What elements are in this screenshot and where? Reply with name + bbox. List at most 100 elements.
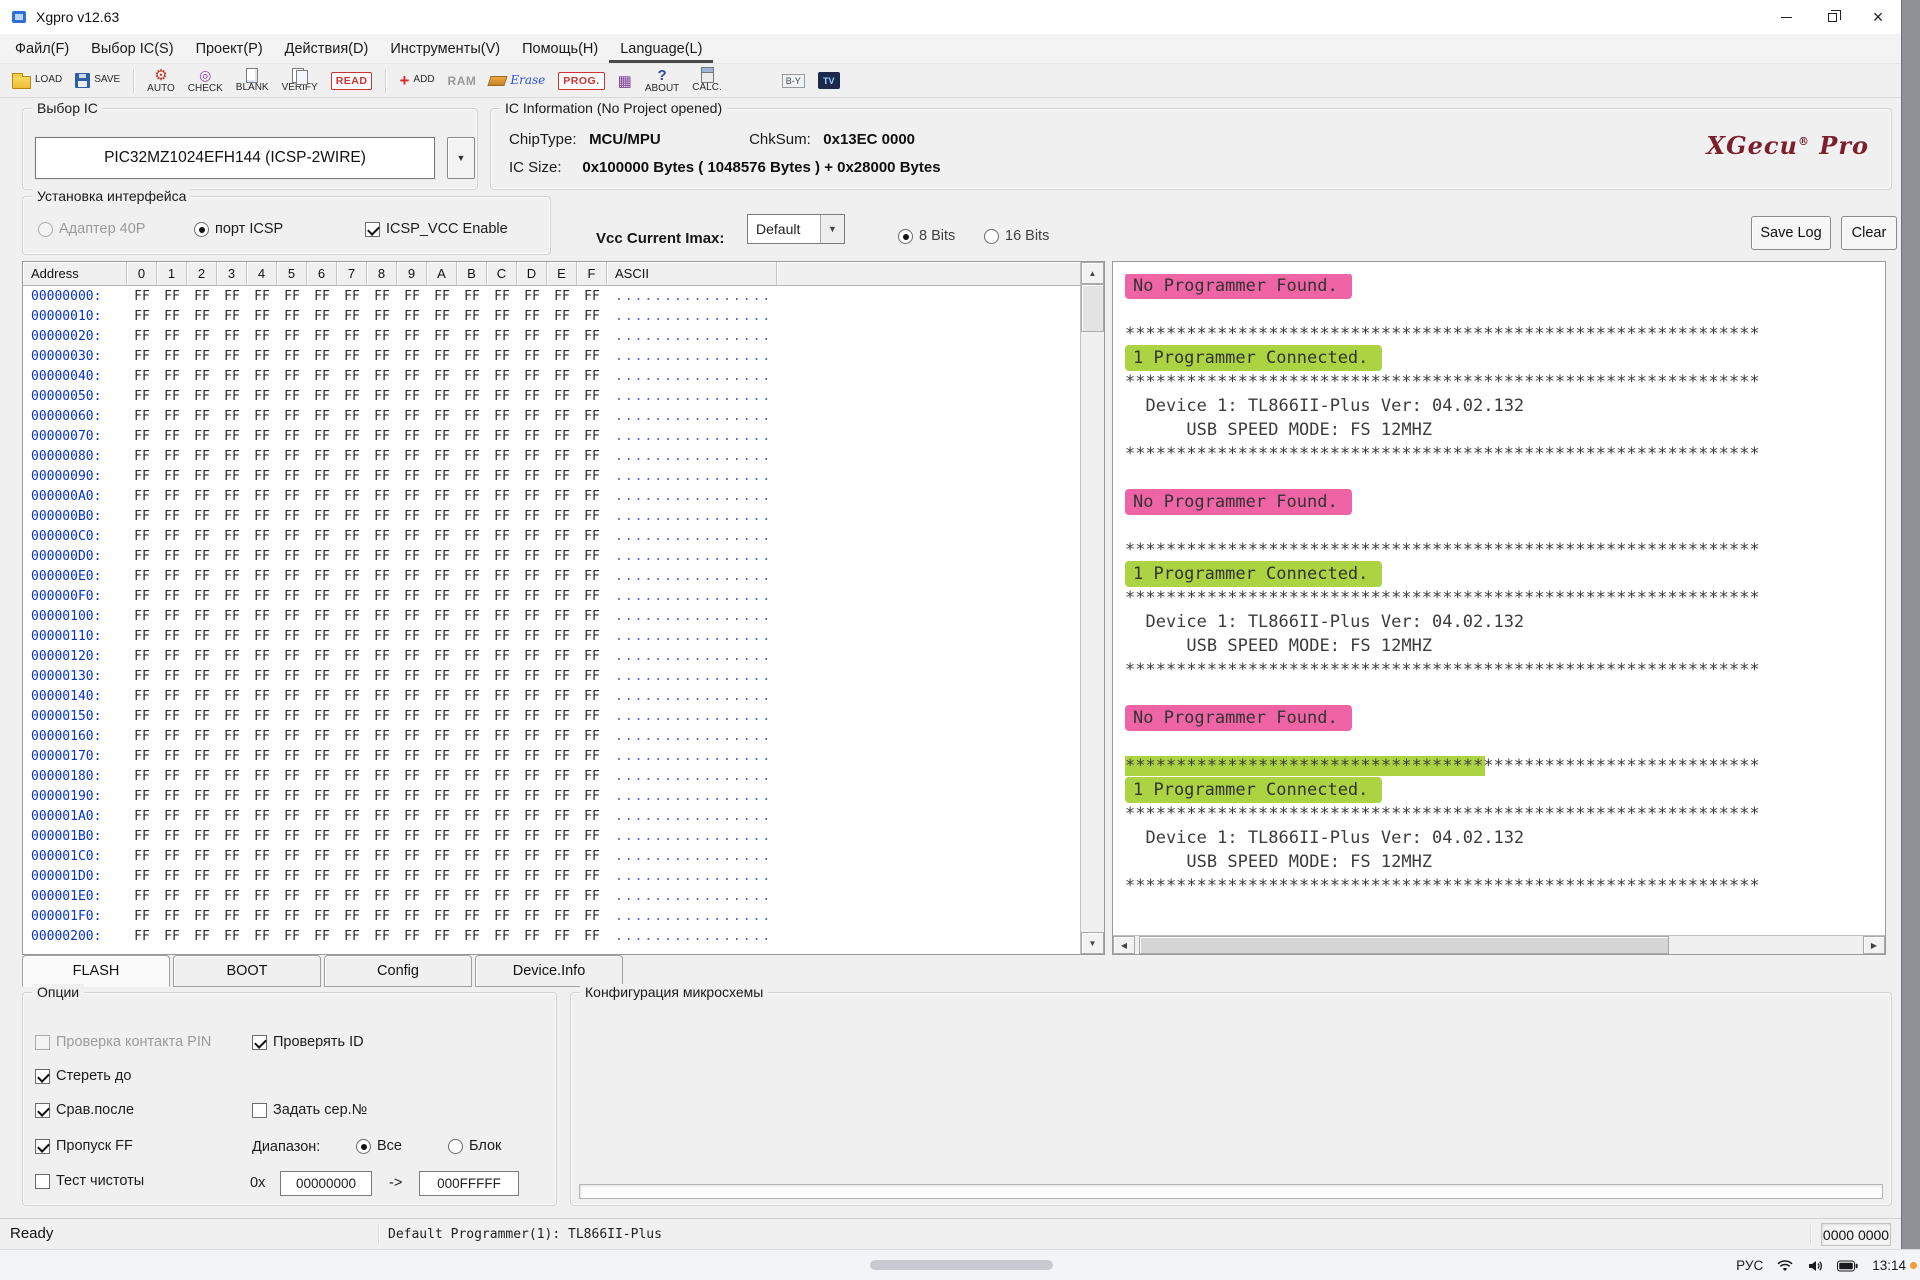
ic-combobox[interactable]: PIC32MZ1024EFH144 (ICSP-2WIRE) xyxy=(35,137,435,179)
hex-row[interactable]: 00000090:FFFFFFFFFFFFFFFFFFFFFFFFFFFFFFF… xyxy=(23,466,1080,486)
toolbar-prog-button[interactable]: PROG. xyxy=(554,66,608,96)
skip-ff-checkbox[interactable]: Пропуск FF xyxy=(35,1138,133,1154)
blank-test-checkbox[interactable]: Тест чистоты xyxy=(35,1173,144,1189)
menu-item-5[interactable]: Помощь(H) xyxy=(511,34,609,63)
menu-item-3[interactable]: Действия(D) xyxy=(274,34,380,63)
clock[interactable]: 13:14 xyxy=(1872,1258,1906,1273)
erase-before-checkbox[interactable]: Стереть до xyxy=(35,1068,131,1084)
toolbar-chip-button[interactable]: ▦ xyxy=(614,66,636,96)
hex-row[interactable]: 00000070:FFFFFFFFFFFFFFFFFFFFFFFFFFFFFFF… xyxy=(23,426,1080,446)
hex-row[interactable]: 00000060:FFFFFFFFFFFFFFFFFFFFFFFFFFFFFFF… xyxy=(23,406,1080,426)
ic-combobox-dropdown-button[interactable]: ▼ xyxy=(447,137,475,179)
toolbar-auto-button[interactable]: ⚙AUTO xyxy=(143,66,179,96)
hex-vertical-scrollbar[interactable]: ▲ ▼ xyxy=(1080,262,1104,954)
hex-row[interactable]: 000000B0:FFFFFFFFFFFFFFFFFFFFFFFFFFFFFFF… xyxy=(23,506,1080,526)
toolbar-about-button[interactable]: ?ABOUT xyxy=(641,66,683,96)
maximize-button[interactable] xyxy=(1809,0,1855,34)
range-all-radio[interactable]: Все xyxy=(356,1138,402,1154)
battery-icon[interactable] xyxy=(1837,1260,1858,1272)
clear-button[interactable]: Clear xyxy=(1841,216,1897,250)
icsp-vcc-enable-checkbox[interactable]: ICSP_VCC Enable xyxy=(365,221,508,237)
hex-row[interactable]: 00000110:FFFFFFFFFFFFFFFFFFFFFFFFFFFFFFF… xyxy=(23,626,1080,646)
hex-row[interactable]: 00000010:FFFFFFFFFFFFFFFFFFFFFFFFFFFFFFF… xyxy=(23,306,1080,326)
taskbar-center-pill[interactable] xyxy=(870,1260,1053,1270)
wifi-icon[interactable] xyxy=(1777,1259,1793,1273)
toolbar-check-button[interactable]: ◎CHECK xyxy=(184,66,227,96)
hex-row[interactable]: 00000100:FFFFFFFFFFFFFFFFFFFFFFFFFFFFFFF… xyxy=(23,606,1080,626)
hex-row[interactable]: 00000180:FFFFFFFFFFFFFFFFFFFFFFFFFFFFFFF… xyxy=(23,766,1080,786)
verify-after-checkbox[interactable]: Срав.после xyxy=(35,1102,134,1118)
hex-row[interactable]: 000001A0:FFFFFFFFFFFFFFFFFFFFFFFFFFFFFFF… xyxy=(23,806,1080,826)
hex-row[interactable]: 000000A0:FFFFFFFFFFFFFFFFFFFFFFFFFFFFFFF… xyxy=(23,486,1080,506)
tab-boot[interactable]: BOOT xyxy=(173,955,321,987)
log-horizontal-scrollbar[interactable]: ◀ ▶ xyxy=(1113,935,1885,954)
range-block-radio[interactable]: Блок xyxy=(448,1138,501,1154)
hex-row[interactable]: 00000000:FFFFFFFFFFFFFFFFFFFFFFFFFFFFFFF… xyxy=(23,286,1080,306)
scroll-left-arrow[interactable]: ◀ xyxy=(1113,936,1135,954)
speaker-icon[interactable] xyxy=(1807,1259,1823,1273)
menu-item-1[interactable]: Выбор IC(S) xyxy=(80,34,184,63)
toolbar-erase-button[interactable]: Erase xyxy=(485,66,549,96)
toolbar-load-button[interactable]: LOAD xyxy=(8,66,66,96)
minimize-button[interactable] xyxy=(1763,0,1809,34)
hex-row[interactable]: 000001B0:FFFFFFFFFFFFFFFFFFFFFFFFFFFFFFF… xyxy=(23,826,1080,846)
vcc-select-dropdown-button[interactable]: ▼ xyxy=(820,215,844,243)
toolbar-add-button[interactable]: +ADD xyxy=(395,66,438,96)
notification-dot[interactable] xyxy=(1910,1262,1917,1269)
hex-row[interactable]: 000001D0:FFFFFFFFFFFFFFFFFFFFFFFFFFFFFFF… xyxy=(23,866,1080,886)
scrollbar-thumb[interactable] xyxy=(1139,936,1669,954)
icsp-port-radio[interactable]: порт ICSP xyxy=(194,221,283,237)
toolbar-verify-button[interactable]: VERIFY xyxy=(278,66,322,96)
scroll-down-arrow[interactable]: ▼ xyxy=(1081,932,1104,954)
vcc-current-select[interactable]: Default ▼ xyxy=(747,214,845,244)
close-button[interactable]: × xyxy=(1855,0,1901,34)
language-indicator[interactable]: РУС xyxy=(1736,1258,1763,1273)
tab-config[interactable]: Config xyxy=(324,955,472,987)
toolbar-blank-button[interactable]: BLANK xyxy=(232,66,273,96)
toolbar-save-button[interactable]: SAVE xyxy=(71,66,124,96)
hex-row[interactable]: 000000C0:FFFFFFFFFFFFFFFFFFFFFFFFFFFFFFF… xyxy=(23,526,1080,546)
chip-config-scrollbar[interactable] xyxy=(579,1184,1883,1199)
scroll-up-arrow[interactable]: ▲ xyxy=(1081,262,1104,284)
menu-item-4[interactable]: Инструменты(V) xyxy=(379,34,511,63)
hex-row[interactable]: 00000030:FFFFFFFFFFFFFFFFFFFFFFFFFFFFFFF… xyxy=(23,346,1080,366)
save-log-button[interactable]: Save Log xyxy=(1751,216,1831,250)
range-start-input[interactable] xyxy=(280,1171,372,1196)
hex-row[interactable]: 00000020:FFFFFFFFFFFFFFFFFFFFFFFFFFFFFFF… xyxy=(23,326,1080,346)
pin-check-checkbox[interactable]: Проверка контакта PIN xyxy=(35,1034,211,1050)
hex-row[interactable]: 00000150:FFFFFFFFFFFFFFFFFFFFFFFFFFFFFFF… xyxy=(23,706,1080,726)
toolbar-tv-button[interactable]: TV xyxy=(814,66,844,96)
hex-row[interactable]: 000001E0:FFFFFFFFFFFFFFFFFFFFFFFFFFFFFFF… xyxy=(23,886,1080,906)
range-end-input[interactable] xyxy=(419,1171,519,1196)
tab-device-info[interactable]: Device.Info xyxy=(475,955,623,987)
menu-item-2[interactable]: Проект(P) xyxy=(185,34,274,63)
hex-row[interactable]: 00000130:FFFFFFFFFFFFFFFFFFFFFFFFFFFFFFF… xyxy=(23,666,1080,686)
hex-row[interactable]: 000000D0:FFFFFFFFFFFFFFFFFFFFFFFFFFFFFFF… xyxy=(23,546,1080,566)
scroll-right-arrow[interactable]: ▶ xyxy=(1863,936,1885,954)
hex-row[interactable]: 00000040:FFFFFFFFFFFFFFFFFFFFFFFFFFFFFFF… xyxy=(23,366,1080,386)
hex-row[interactable]: 00000140:FFFFFFFFFFFFFFFFFFFFFFFFFFFFFFF… xyxy=(23,686,1080,706)
scrollbar-thumb[interactable] xyxy=(1081,284,1104,332)
hex-row[interactable]: 000001F0:FFFFFFFFFFFFFFFFFFFFFFFFFFFFFFF… xyxy=(23,906,1080,926)
hex-row[interactable]: 000000F0:FFFFFFFFFFFFFFFFFFFFFFFFFFFFFFF… xyxy=(23,586,1080,606)
menu-item-0[interactable]: Файл(F) xyxy=(4,34,80,63)
hex-row[interactable]: 00000050:FFFFFFFFFFFFFFFFFFFFFFFFFFFFFFF… xyxy=(23,386,1080,406)
hex-row[interactable]: 00000170:FFFFFFFFFFFFFFFFFFFFFFFFFFFFFFF… xyxy=(23,746,1080,766)
hex-row[interactable]: 00000200:FFFFFFFFFFFFFFFFFFFFFFFFFFFFFFF… xyxy=(23,926,1080,946)
hex-row[interactable]: 00000080:FFFFFFFFFFFFFFFFFFFFFFFFFFFFFFF… xyxy=(23,446,1080,466)
toolbar-read-button[interactable]: READ xyxy=(327,66,377,96)
adapter-40p-radio[interactable]: Адаптер 40P xyxy=(38,221,145,237)
toolbar-ram-button[interactable]: RAM xyxy=(444,66,481,96)
hex-row[interactable]: 000000E0:FFFFFFFFFFFFFFFFFFFFFFFFFFFFFFF… xyxy=(23,566,1080,586)
hex-row[interactable]: 00000160:FFFFFFFFFFFFFFFFFFFFFFFFFFFFFFF… xyxy=(23,726,1080,746)
bits-8-radio[interactable]: 8 Bits xyxy=(898,228,955,244)
menu-item-6[interactable]: Language(L) xyxy=(609,34,713,63)
check-id-checkbox[interactable]: Проверять ID xyxy=(252,1034,364,1050)
hex-row[interactable]: 00000120:FFFFFFFFFFFFFFFFFFFFFFFFFFFFFFF… xyxy=(23,646,1080,666)
hex-row[interactable]: 000001C0:FFFFFFFFFFFFFFFFFFFFFFFFFFFFFFF… xyxy=(23,846,1080,866)
toolbar-calc-button[interactable]: CALC. xyxy=(688,66,725,96)
tab-flash[interactable]: FLASH xyxy=(22,955,170,987)
bits-16-radio[interactable]: 16 Bits xyxy=(984,228,1049,244)
hex-row[interactable]: 00000190:FFFFFFFFFFFFFFFFFFFFFFFFFFFFFFF… xyxy=(23,786,1080,806)
toolbar-by-button[interactable]: B-Y xyxy=(778,66,809,96)
